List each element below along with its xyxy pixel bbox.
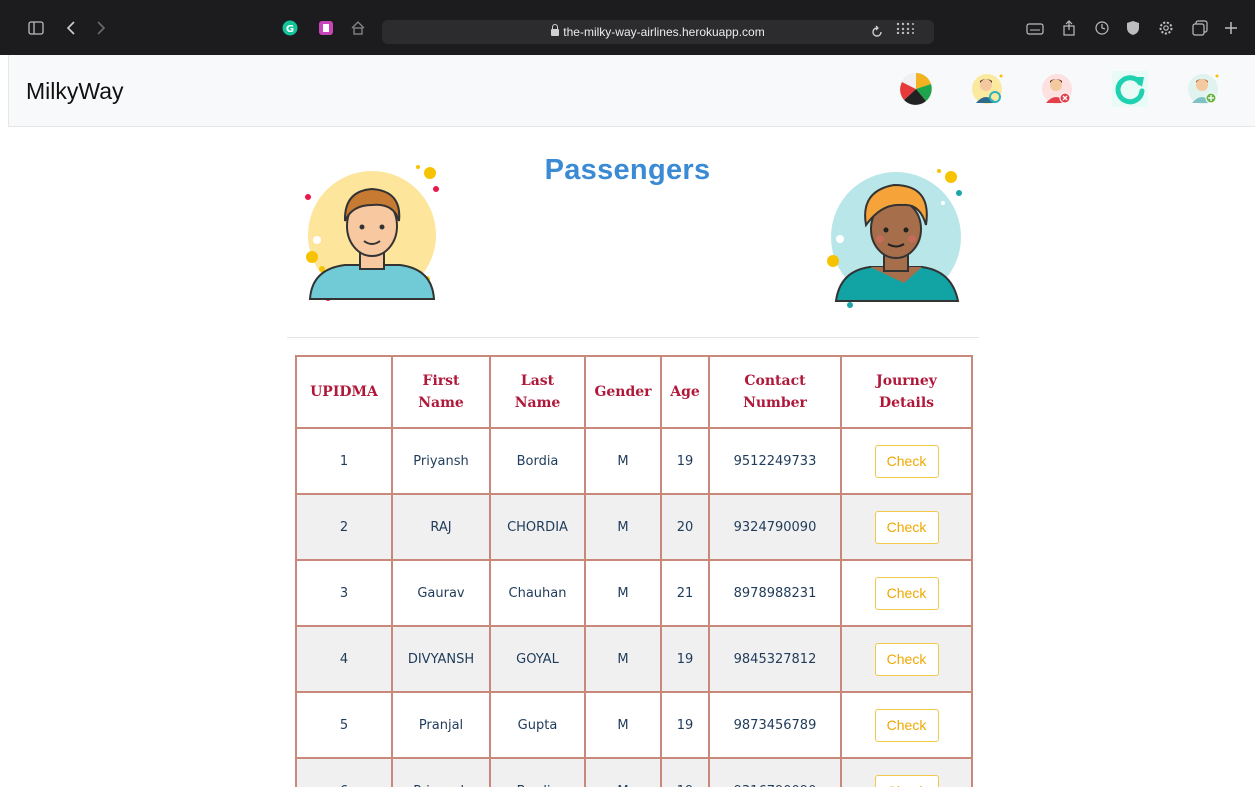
- cell-gender: M: [584, 427, 662, 495]
- privacy-shield-icon[interactable]: [1126, 19, 1140, 37]
- column-header-gender: Gender: [584, 355, 662, 429]
- column-header-id: UPIDMA: [295, 355, 393, 429]
- tabs-overview-icon[interactable]: [1192, 19, 1208, 37]
- cell-gender: M: [584, 757, 662, 787]
- passengers-table: UPIDMA First Name Last Name Gender Age C…: [295, 355, 973, 787]
- svg-text:G: G: [286, 24, 294, 35]
- cell-id: 1: [295, 427, 393, 495]
- cell-first-name: Gaurav: [391, 559, 491, 627]
- cell-last-name: Bordia: [489, 427, 586, 495]
- passenger-remove-icon[interactable]: [1037, 69, 1077, 109]
- column-header-contact: Contact Number: [708, 355, 842, 429]
- passenger-search-icon[interactable]: [967, 69, 1007, 109]
- check-journey-button[interactable]: Check: [874, 774, 939, 787]
- check-journey-button[interactable]: Check: [874, 510, 939, 544]
- cell-last-name: Chauhan: [489, 559, 586, 627]
- check-journey-button[interactable]: Check: [874, 708, 939, 742]
- curly-hair-avatar-icon: [822, 167, 972, 317]
- table-row: 5 Pranjal Gupta M 19 9873456789 Check: [295, 691, 973, 759]
- url-text: the-milky-way-airlines.herokuapp.com: [563, 25, 765, 39]
- column-header-journey-label: Journey Details: [876, 372, 937, 411]
- column-header-last-name: Last Name: [489, 355, 586, 429]
- cell-first-name: Priyansh: [391, 427, 491, 495]
- check-journey-button[interactable]: Check: [874, 444, 939, 478]
- cell-id: 4: [295, 625, 393, 693]
- sidebar-toggle-icon[interactable]: [28, 19, 44, 37]
- table-header-row: UPIDMA First Name Last Name Gender Age C…: [295, 355, 973, 429]
- pie-chart-icon[interactable]: [896, 69, 936, 109]
- table-row: 6 Priyansh Bordia M 19 9316790090 Check: [295, 757, 973, 787]
- cell-gender: M: [584, 691, 662, 759]
- cell-journey: Check: [840, 493, 973, 561]
- share-icon[interactable]: [1062, 19, 1076, 37]
- boy-avatar-icon: [300, 163, 445, 313]
- address-url: the-milky-way-airlines.herokuapp.com: [382, 24, 934, 39]
- cell-id: 6: [295, 757, 393, 787]
- table-row: 3 Gaurav Chauhan M 21 8978988231 Check: [295, 559, 973, 627]
- history-icon[interactable]: [1094, 19, 1110, 37]
- cell-journey: Check: [840, 757, 973, 787]
- new-tab-icon[interactable]: [1224, 19, 1238, 37]
- passenger-add-icon[interactable]: [1183, 69, 1223, 109]
- cell-gender: M: [584, 625, 662, 693]
- page-title: Passengers: [544, 154, 711, 186]
- section-divider: [287, 337, 979, 338]
- apps-grid-icon[interactable]: [896, 19, 914, 37]
- column-header-journey: Journey Details: [840, 355, 973, 429]
- settings-gear-icon[interactable]: [1158, 19, 1174, 37]
- cell-gender: M: [584, 559, 662, 627]
- cell-journey: Check: [840, 691, 973, 759]
- grammarly-extension-icon[interactable]: G: [282, 19, 298, 37]
- column-header-age: Age: [660, 355, 710, 429]
- column-header-first-name-label: First Name: [418, 372, 464, 411]
- cell-contact: 9324790090: [708, 493, 842, 561]
- cell-last-name: GOYAL: [489, 625, 586, 693]
- cell-last-name: Bordia: [489, 757, 586, 787]
- cell-first-name: RAJ: [391, 493, 491, 561]
- cell-age: 19: [660, 757, 710, 787]
- cell-journey: Check: [840, 625, 973, 693]
- browser-toolbar: G the-milky-way-airlines.herokuapp.com: [0, 0, 1255, 55]
- cell-contact: 9316790090: [708, 757, 842, 787]
- forward-icon[interactable]: [96, 19, 106, 37]
- brand-logo[interactable]: MilkyWay: [26, 78, 124, 105]
- lock-icon: [551, 24, 560, 36]
- table-row: 4 DIVYANSH GOYAL M 19 9845327812 Check: [295, 625, 973, 693]
- app-navbar: MilkyWay: [8, 55, 1255, 127]
- cell-journey: Check: [840, 427, 973, 495]
- cell-gender: M: [584, 493, 662, 561]
- reader-icon[interactable]: [1026, 19, 1044, 37]
- cell-first-name: Pranjal: [391, 691, 491, 759]
- cell-first-name: DIVYANSH: [391, 625, 491, 693]
- cell-age: 19: [660, 691, 710, 759]
- column-header-contact-label: Contact Number: [743, 372, 807, 411]
- bookmark-extension-icon[interactable]: [318, 19, 334, 37]
- table-row: 2 RAJ CHORDIA M 20 9324790090 Check: [295, 493, 973, 561]
- address-bar[interactable]: the-milky-way-airlines.herokuapp.com: [382, 20, 934, 44]
- cell-id: 3: [295, 559, 393, 627]
- cell-age: 19: [660, 427, 710, 495]
- back-icon[interactable]: [66, 19, 76, 37]
- cell-contact: 9845327812: [708, 625, 842, 693]
- check-journey-button[interactable]: Check: [874, 642, 939, 676]
- cell-age: 19: [660, 625, 710, 693]
- refresh-icon[interactable]: [1110, 69, 1150, 109]
- reload-icon[interactable]: [870, 23, 884, 41]
- cell-id: 2: [295, 493, 393, 561]
- cell-contact: 9873456789: [708, 691, 842, 759]
- check-journey-button[interactable]: Check: [874, 576, 939, 610]
- column-header-first-name: First Name: [391, 355, 491, 429]
- cell-last-name: Gupta: [489, 691, 586, 759]
- cell-id: 5: [295, 691, 393, 759]
- cell-contact: 8978988231: [708, 559, 842, 627]
- cell-age: 21: [660, 559, 710, 627]
- table-row: 1 Priyansh Bordia M 19 9512249733 Check: [295, 427, 973, 495]
- column-header-last-name-label: Last Name: [514, 372, 561, 411]
- cell-journey: Check: [840, 559, 973, 627]
- cell-contact: 9512249733: [708, 427, 842, 495]
- cell-last-name: CHORDIA: [489, 493, 586, 561]
- cell-first-name: Priyansh: [391, 757, 491, 787]
- cell-age: 20: [660, 493, 710, 561]
- home-icon[interactable]: [350, 19, 366, 37]
